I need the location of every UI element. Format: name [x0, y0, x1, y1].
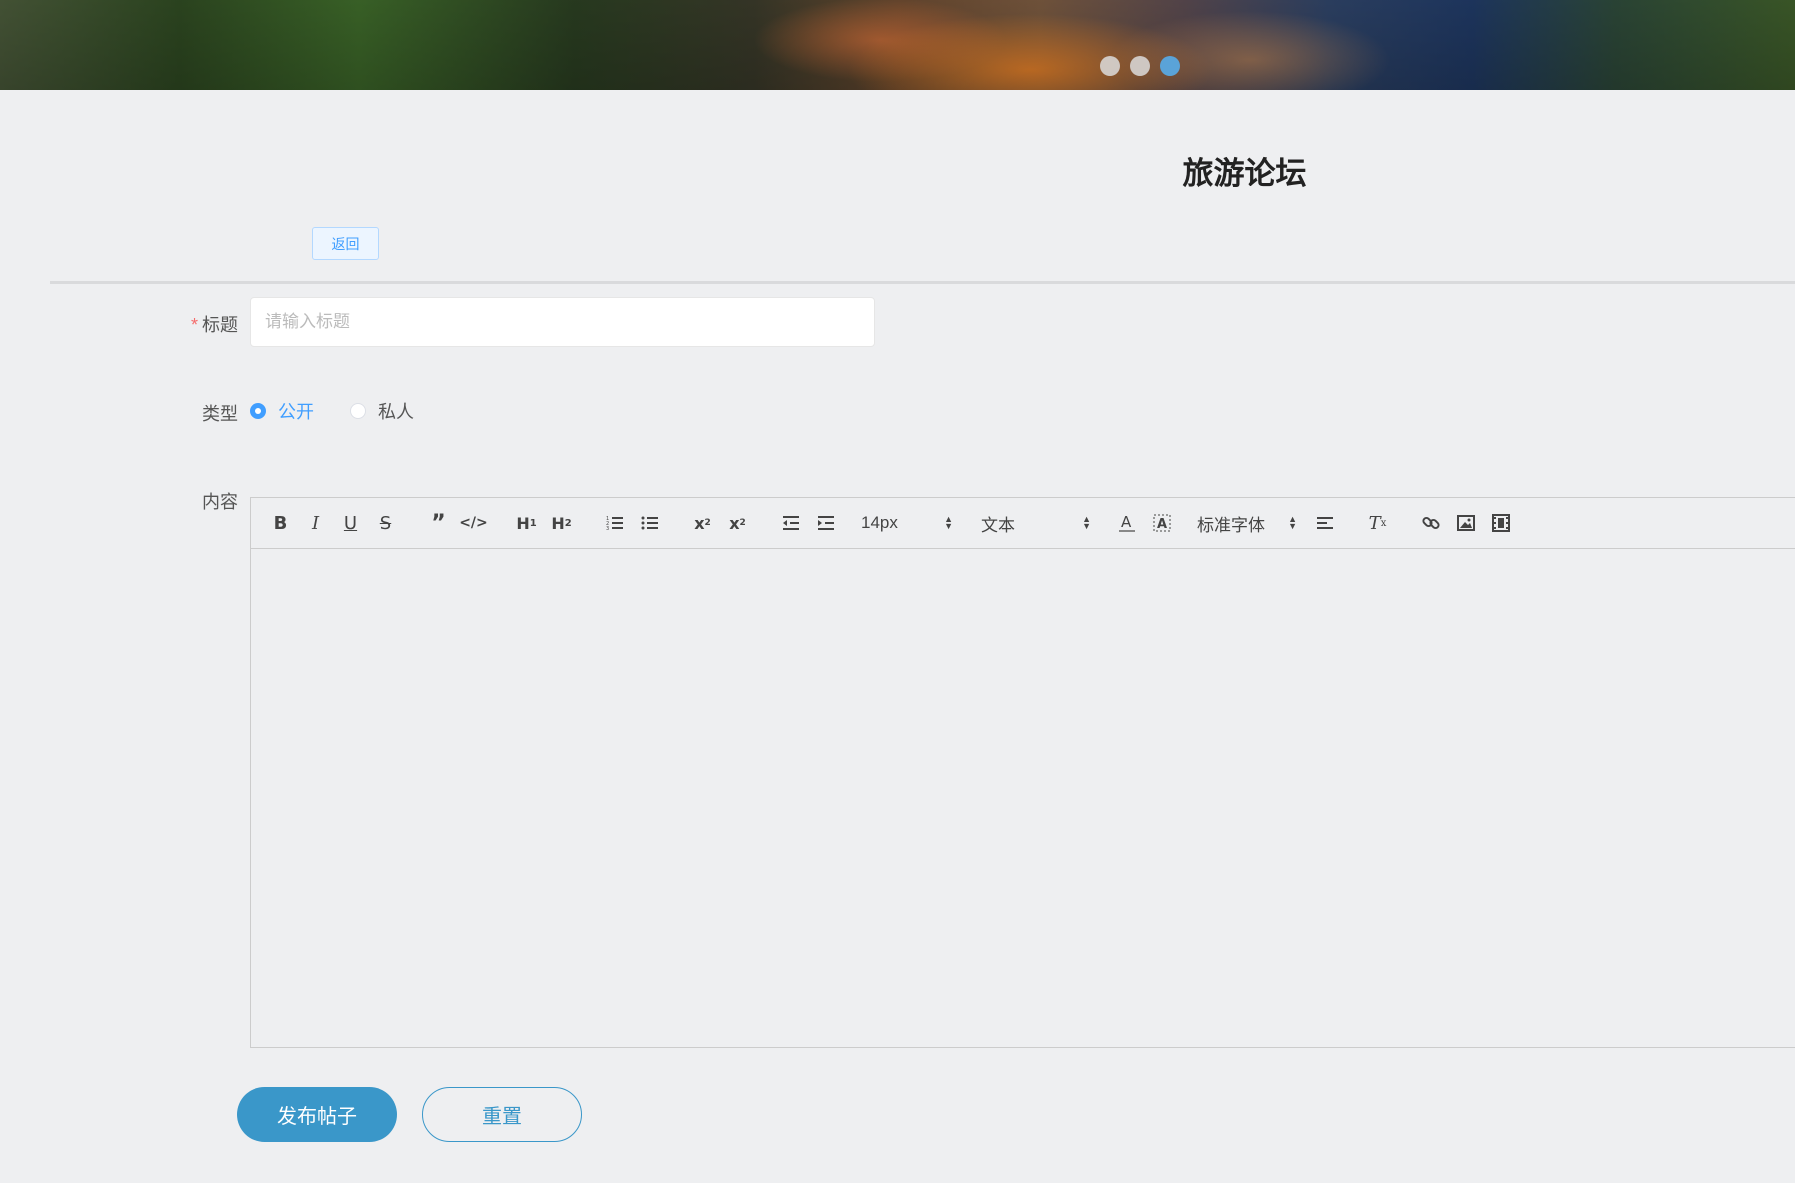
type-radio-group: 公开 私人: [250, 398, 414, 424]
video-icon[interactable]: [1483, 508, 1518, 538]
carousel-dot-1[interactable]: [1100, 56, 1120, 76]
clear-format-icon[interactable]: Tx: [1360, 508, 1395, 538]
font-family-picker[interactable]: 标准字体 ▲ ▼: [1179, 508, 1307, 538]
type-field-label: 类型: [202, 404, 238, 424]
font-size-value: 14px: [861, 513, 898, 532]
code-block-icon[interactable]: </>: [456, 508, 491, 538]
radio-private[interactable]: 私人: [350, 398, 414, 424]
blockquote-icon[interactable]: ”: [421, 508, 456, 538]
radio-private-circle[interactable]: [350, 403, 366, 419]
svg-text:3: 3: [606, 526, 609, 532]
text-color-icon[interactable]: A: [1109, 508, 1144, 538]
editor-content-area[interactable]: [251, 549, 1795, 1047]
picker-arrows-icon: ▲ ▼: [1288, 514, 1297, 531]
editor-toolbar: B I U S ” </> H1 H2 123 x2 x2 14px ▲▼ 文: [251, 498, 1795, 549]
radio-public-label[interactable]: 公开: [278, 398, 314, 424]
svg-text:A: A: [1157, 517, 1167, 532]
header-picker[interactable]: 文本 ▲ ▼: [963, 508, 1101, 538]
header-1-icon[interactable]: H1: [509, 508, 544, 538]
carousel-dot-3[interactable]: [1160, 56, 1180, 76]
rich-text-editor: B I U S ” </> H1 H2 123 x2 x2 14px ▲▼ 文: [250, 497, 1795, 1048]
radio-public[interactable]: 公开: [250, 398, 314, 424]
title-label-text: 标题: [202, 315, 238, 335]
italic-icon[interactable]: I: [298, 508, 333, 538]
radio-public-circle[interactable]: [250, 403, 266, 419]
picker-arrows-icon: ▲ ▼: [944, 514, 953, 531]
bullet-list-icon[interactable]: [632, 508, 667, 538]
carousel-dot-2[interactable]: [1130, 56, 1150, 76]
indent-icon[interactable]: [808, 508, 843, 538]
header-picker-value: 文本: [981, 515, 1015, 535]
font-family-value: 标准字体: [1197, 515, 1265, 535]
divider: [50, 281, 1795, 284]
strike-icon[interactable]: S: [368, 508, 403, 538]
bold-icon[interactable]: B: [263, 508, 298, 538]
svg-text:A: A: [1121, 513, 1132, 531]
underline-icon[interactable]: U: [333, 508, 368, 538]
carousel-indicators: [1100, 56, 1180, 76]
content-field-label: 内容: [202, 492, 238, 512]
align-icon[interactable]: [1307, 508, 1342, 538]
back-button[interactable]: 返回: [312, 227, 379, 260]
link-icon[interactable]: [1413, 508, 1448, 538]
subscript-icon[interactable]: x2: [685, 508, 720, 538]
background-color-icon[interactable]: A: [1144, 508, 1179, 538]
outdent-icon[interactable]: [773, 508, 808, 538]
picker-arrows-icon: ▲ ▼: [1082, 514, 1091, 531]
title-input[interactable]: [250, 297, 875, 347]
superscript-icon[interactable]: x2: [720, 508, 755, 538]
font-size-picker[interactable]: 14px ▲ ▼: [843, 508, 963, 538]
banner-carousel: [0, 0, 1795, 90]
reset-button[interactable]: 重置: [422, 1087, 582, 1142]
required-mark: *: [190, 315, 198, 335]
publish-post-button[interactable]: 发布帖子: [237, 1087, 397, 1142]
ordered-list-icon[interactable]: 123: [597, 508, 632, 538]
radio-private-label[interactable]: 私人: [378, 398, 414, 424]
image-icon[interactable]: [1448, 508, 1483, 538]
title-field-label: * 标题: [138, 311, 238, 337]
page-title: 旅游论坛: [1182, 156, 1307, 191]
header-2-icon[interactable]: H2: [544, 508, 579, 538]
